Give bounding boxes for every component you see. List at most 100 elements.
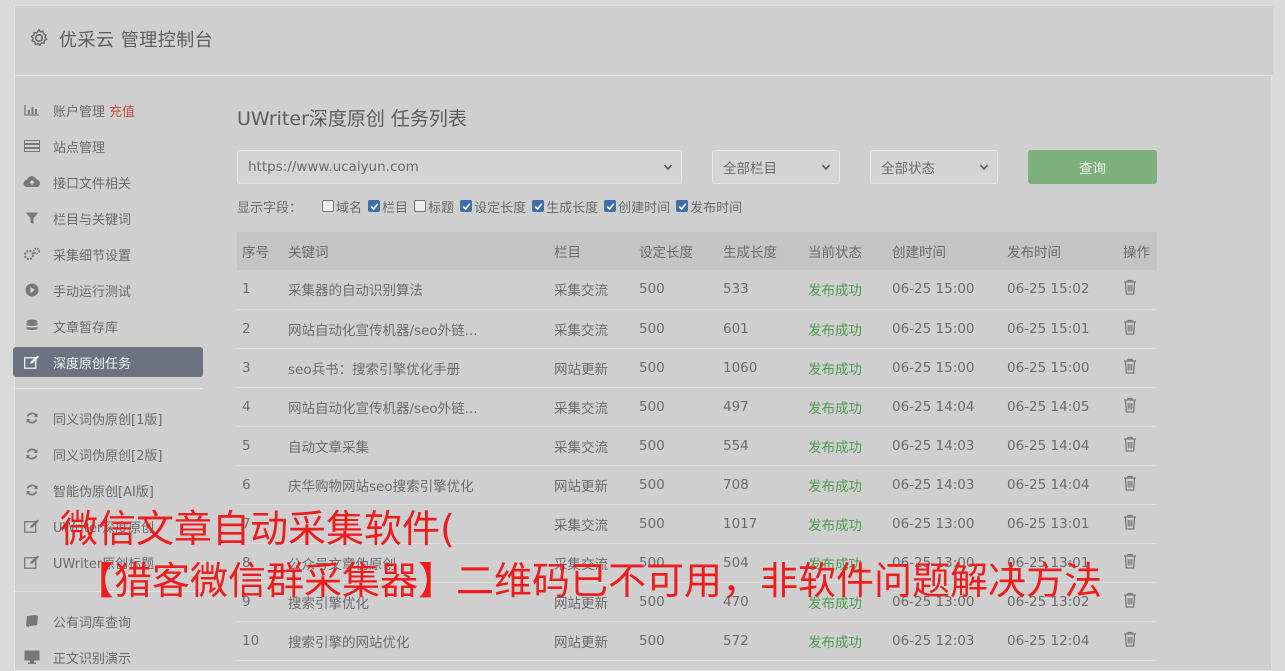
trash-icon[interactable] (1123, 475, 1137, 491)
table-header-row: 序号 关键词 栏目 设定长度 生成长度 当前状态 创建时间 发布时间 操作 (237, 232, 1157, 270)
table-row: 6 庆华购物网站seo搜索引擎优化 网站更新 500 708 发布成功 06-25 14:0… (237, 465, 1157, 505)
trash-icon[interactable] (1123, 358, 1137, 374)
table-cell-action (1118, 426, 1157, 466)
table-cell: 网站自动化宣传机器/seo外链... (283, 309, 549, 349)
trash-icon[interactable] (1123, 514, 1137, 530)
chevron-down-icon (979, 164, 989, 171)
sidebar-item-public-lexicon[interactable]: 公有词库查询 (13, 603, 203, 639)
table-cell: 06-25 15:00 (1002, 348, 1118, 388)
table-cell: 2 (237, 309, 283, 349)
overlay-line-2: 【猎客微信群采集器】二维码已不可用，非软件问题解决方法 (76, 559, 1103, 603)
checkbox-unchecked-icon (414, 200, 427, 212)
table-cell: 500 (634, 348, 718, 388)
query-button[interactable]: 查询 (1028, 150, 1157, 184)
checkbox-checked-icon (460, 200, 473, 212)
table-cell: 06-25 14:04 (1002, 465, 1118, 505)
recharge-link[interactable]: 充值 (109, 101, 135, 120)
table-cell: 4 (237, 387, 283, 427)
table-cell-action (1118, 504, 1157, 544)
field-checkbox[interactable]: 创建时间 (604, 197, 670, 216)
sidebar-item-label: 正文识别演示 (53, 651, 132, 667)
table-cell: 06-25 12:03 (887, 621, 1002, 661)
trash-icon[interactable] (1123, 592, 1137, 608)
sidebar-item-interface[interactable]: 接口文件相关 (13, 164, 203, 200)
sidebar-item-label: 智能伪原创[AI版] (53, 484, 154, 500)
column-header: 操作 (1118, 232, 1157, 270)
table-cell-action (1118, 582, 1157, 622)
column-header: 发布时间 (1002, 232, 1118, 270)
refresh-icon (23, 483, 41, 497)
sidebar-item-label: 深度原创任务 (53, 356, 132, 372)
sidebar-item-manual-test[interactable]: 手动运行测试 (13, 272, 203, 308)
column-header: 生成长度 (718, 232, 803, 270)
sidebar-item-label: 文章暂存库 (53, 320, 119, 336)
field-checkbox-label: 栏目 (382, 200, 409, 216)
table-cell-action (1118, 309, 1157, 349)
page-title: UWriter深度原创 任务列表 (237, 108, 467, 130)
checkbox-checked-icon (368, 200, 381, 212)
table-cell: 自动文章采集 (283, 426, 549, 466)
table-cell: 500 (634, 621, 718, 661)
display-fields-list: 域名 栏目 标题 设定长度 生成长度 创建时间 发布时间 (322, 197, 748, 216)
table-cell: 06-25 14:04 (1002, 426, 1118, 466)
sidebar-item-label: 手动运行测试 (53, 284, 132, 300)
field-checkbox[interactable]: 发布时间 (676, 197, 742, 216)
sidebar-item-deep-original[interactable]: 深度原创任务 (13, 347, 203, 377)
sidebar-item-label: 同义词伪原创[1版] (53, 412, 163, 428)
table-cell: 1 (237, 270, 283, 310)
field-checkbox-label: 创建时间 (618, 200, 671, 216)
column-select[interactable]: 全部栏目 (712, 150, 840, 184)
desktop-icon (23, 650, 41, 664)
table-cell: 网站更新 (549, 465, 634, 505)
table-cell: 06-25 14:03 (887, 426, 1002, 466)
sidebar-item-sites[interactable]: 站点管理 (13, 128, 203, 164)
field-checkbox[interactable]: 生成长度 (532, 197, 598, 216)
field-checkbox[interactable]: 栏目 (368, 197, 408, 216)
table-cell: 搜索引擎的网站优化 (283, 621, 549, 661)
chevron-down-icon (821, 164, 831, 171)
sidebar-item-account[interactable]: 账户管理 充值 (13, 92, 203, 128)
trash-icon[interactable] (1123, 397, 1137, 413)
sidebar-item-label: 接口文件相关 (53, 176, 132, 192)
sidebar-item-text-recognition[interactable]: 正文识别演示 (13, 639, 203, 671)
column-header: 设定长度 (634, 232, 718, 270)
trash-icon[interactable] (1123, 553, 1137, 569)
status-select[interactable]: 全部状态 (870, 150, 998, 184)
sidebar-item-collect-settings[interactable]: 采集细节设置 (13, 236, 203, 272)
sidebar-item-label: 同义词伪原创[2版] (53, 448, 163, 464)
table-cell: 06-25 15:02 (1002, 270, 1118, 310)
table-cell-action (1118, 348, 1157, 388)
table-cell-action (1118, 465, 1157, 505)
site-select[interactable]: https://www.ucaiyun.com (237, 150, 682, 184)
sidebar-item-synonym-v2[interactable]: 同义词伪原创[2版] (13, 436, 203, 472)
trash-icon[interactable] (1123, 319, 1137, 335)
sidebar-item-synonym-v1[interactable]: 同义词伪原创[1版] (13, 400, 203, 436)
table-cell: 3 (237, 348, 283, 388)
table-cell: 500 (634, 426, 718, 466)
bar-chart-icon (23, 103, 41, 117)
table-cell: 采集交流 (549, 426, 634, 466)
field-checkbox[interactable]: 域名 (322, 197, 362, 216)
table-cell: 发布成功 (803, 387, 887, 427)
sidebar-item-article-store[interactable]: 文章暂存库 (13, 308, 203, 344)
trash-icon[interactable] (1123, 631, 1137, 647)
table-cell: 采集交流 (549, 270, 634, 310)
table-cell: 5 (237, 426, 283, 466)
trash-icon[interactable] (1123, 279, 1137, 295)
checkbox-checked-icon (532, 200, 545, 212)
sidebar-item-columns[interactable]: 栏目与关键词 (13, 200, 203, 236)
edit-icon (23, 555, 41, 569)
field-checkbox[interactable]: 标题 (414, 197, 454, 216)
table-cell: 网站更新 (549, 348, 634, 388)
checkbox-checked-icon (676, 200, 689, 212)
field-checkbox-label: 标题 (428, 200, 455, 216)
table-row: 5 自动文章采集 采集交流 500 554 发布成功 06-25 14:03 06-25 14… (237, 426, 1157, 466)
overlay-caption: 微信文章自动采集软件( 【猎客微信群采集器】二维码已不可用，非软件问题解决方法 (60, 503, 1102, 607)
column-header: 关键词 (283, 232, 549, 270)
trash-icon[interactable] (1123, 436, 1137, 452)
table-cell: 网站更新 (549, 621, 634, 661)
field-checkbox[interactable]: 设定长度 (460, 197, 526, 216)
table-cell: 554 (718, 426, 803, 466)
column-header: 栏目 (549, 232, 634, 270)
table-cell: 06-25 12:04 (1002, 621, 1118, 661)
